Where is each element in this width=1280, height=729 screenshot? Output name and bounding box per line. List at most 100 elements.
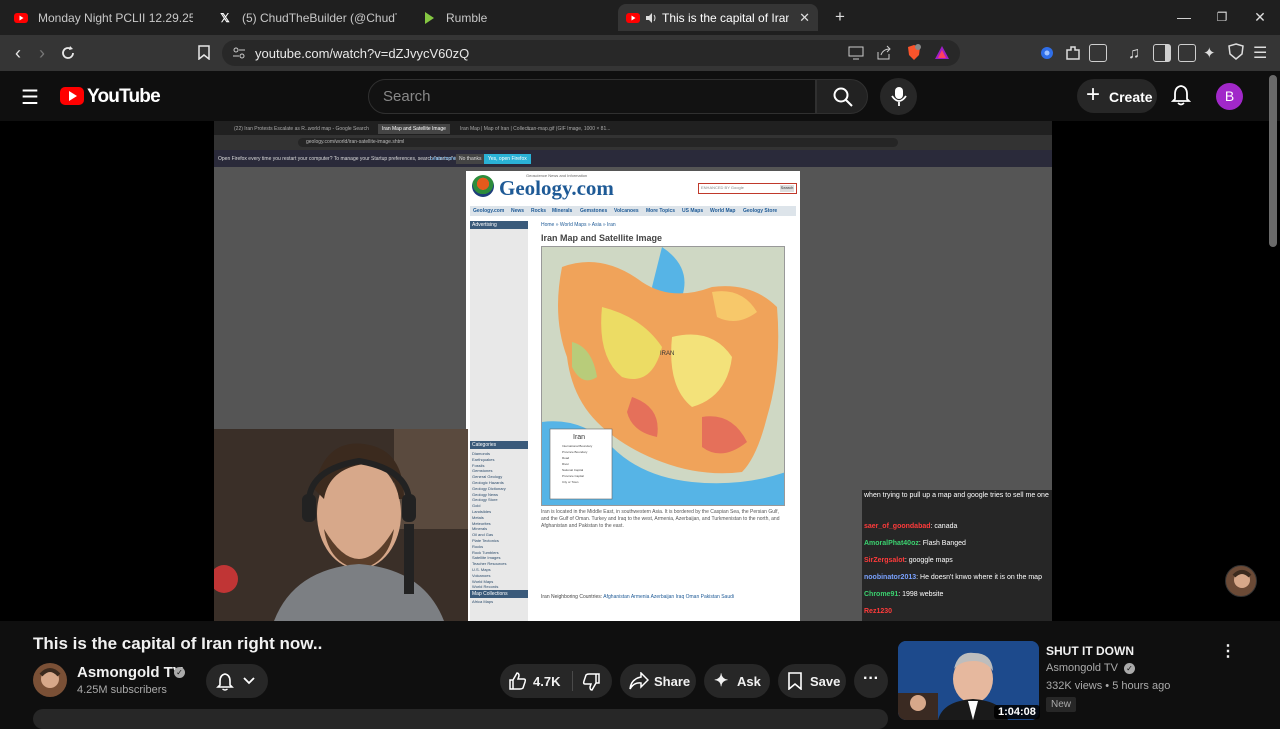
channel-watermark-avatar[interactable] [1225,565,1257,597]
more-actions-button[interactable]: ··· [854,664,888,698]
recommended-channel: Asmongold TV ✓ [1046,662,1136,674]
recommended-title[interactable]: SHUT IT DOWN [1046,644,1134,658]
maximize-button[interactable]: ❐ [1210,6,1234,28]
subscription-bell-button[interactable] [206,664,268,698]
inner-notification-bar: Open Firefox every time you restart your… [214,150,1052,167]
channel-avatar[interactable] [33,663,67,697]
media-icon[interactable]: ♫ [1128,45,1140,63]
category-item: Oil and Gas [472,532,494,538]
browser-tab-2[interactable]: 𝕏 (5) ChudTheBuilder (@ChudTheBuilder) [210,4,405,31]
sidebar-icon[interactable] [1153,44,1171,62]
reader-mode-icon[interactable] [1089,44,1107,62]
video-duration: 1:04:08 [994,705,1040,719]
recommended-menu-icon[interactable]: ⋮ [1220,644,1236,662]
browser-tab-3[interactable]: Rumble [414,4,609,31]
speaker-icon [644,11,658,25]
address-bar[interactable]: youtube.com/watch?v=dZJvycV60zQ [222,40,960,66]
close-window-button[interactable]: ✕ [1248,6,1272,28]
geology-search: ENHANCED BY Google Search [698,183,797,194]
notifications-bell-icon[interactable] [1170,84,1192,111]
category-item: Satellite Images [472,555,501,561]
new-tab-button[interactable]: + [828,6,852,28]
svg-text:Province Capital: Province Capital [562,474,584,478]
svg-text:International Boundary: International Boundary [562,444,593,448]
category-item: Geology Dictionary [472,485,506,491]
close-tab-icon[interactable]: ✕ [799,10,810,26]
search-icon [833,87,853,107]
dislike-button[interactable] [573,664,612,698]
youtube-logo-text[interactable]: YouTube [87,86,161,108]
banner-button: No thanks [456,154,485,164]
geology-menu-item: Rocks [531,208,547,214]
inner-tab: iran-map.gif (GIF Image, 1000 × 81... [528,126,611,132]
browser-tab-1[interactable]: Monday Night PCLII 12.29.25 - Perry [6,4,201,31]
category-item: World Maps [472,578,494,584]
brave-shields-icon[interactable] [906,44,922,67]
neighbor-link: Azerbaijan [650,594,675,600]
geology-logo-text: Geology.com [499,176,614,200]
collection-item: Africa Maps [472,599,494,604]
menu-icon[interactable]: ☰ [1253,43,1267,63]
tab-label: Monday Night PCLII 12.29.25 - Perry [38,10,193,25]
share-button[interactable]: Share [620,664,696,698]
banner-button: Yes, open Firefox [484,154,531,164]
create-label: Create [1109,89,1153,105]
youtube-icon [626,11,640,25]
save-button[interactable]: Save [778,664,846,698]
search-box[interactable] [368,79,816,114]
cast-icon[interactable] [848,46,864,65]
webcam-overlay [214,429,468,621]
x-icon: 𝕏 [220,10,230,25]
reload-button[interactable] [57,42,79,64]
extensions-icon[interactable] [1064,44,1082,67]
browser-tab-active[interactable]: This is the capital of Iran right now.. … [618,4,818,31]
video-player[interactable]: (22) Iran Protests Escalate as R... worl… [0,121,1280,621]
search-input[interactable] [369,80,815,113]
share-page-icon[interactable] [876,45,892,66]
category-item: Fossils [472,462,485,468]
svg-text:Province Boundary: Province Boundary [562,450,588,454]
svg-text:River: River [562,462,569,466]
verified-icon: ✓ [174,667,185,678]
hamburger-menu-icon[interactable]: ☰ [21,85,39,110]
chat-message: Chrome91: 1998 website [864,591,944,598]
category-item: Volcanoes [472,572,491,578]
site-settings-icon[interactable] [232,46,246,65]
minimize-button[interactable]: — [1172,6,1196,28]
category-item: General Geology [472,474,503,480]
category-item: Plate Tectonics [472,538,499,543]
description-box[interactable] [33,709,888,729]
neighbors-label: Iran Neighboring Countries: [541,594,603,600]
geology-menu-item: Gemstones [580,208,608,214]
vpn-icon[interactable] [1039,45,1055,66]
forward-button[interactable]: › [31,42,53,64]
geology-webpage: Geoscience News and Information Geology.… [466,171,800,621]
geology-logo-icon [472,175,494,197]
geology-menu-item: Volcanoes [614,208,639,214]
ask-button[interactable]: ✦ Ask [704,664,770,698]
voice-search-button[interactable] [880,78,917,115]
sparkle-icon: ✦ [714,671,729,690]
chat-message: AmoralPhat40oz: Flash Banged [864,540,966,547]
neighbor-link: Iraq [675,594,685,600]
create-button[interactable]: + Create [1077,79,1157,113]
youtube-logo-icon[interactable] [60,87,84,105]
like-dislike-group: 4.7K [500,664,612,698]
bookmark-icon[interactable] [193,42,215,64]
like-button[interactable]: 4.7K [500,664,572,698]
page-scrollbar[interactable] [1269,75,1277,247]
vpn-shield-icon[interactable] [1228,43,1244,66]
category-item: Diamonds [472,451,491,456]
wallet-icon[interactable] [1178,44,1196,62]
back-button[interactable]: ‹ [7,42,29,64]
geology-neighbors: Iran Neighboring Countries: Afghanistan … [541,594,791,601]
leo-ai-icon[interactable]: ✦ [1203,44,1216,62]
channel-name[interactable]: Asmongold TV [77,664,183,681]
category-item: Gold [472,503,481,509]
neighbor-link: Saudi [721,594,735,600]
brave-rewards-icon[interactable] [934,45,950,66]
account-avatar[interactable]: B [1216,83,1243,110]
search-button[interactable] [816,79,868,114]
category-item: Rock Tumblers [472,549,499,555]
inner-browser-tabs: (22) Iran Protests Escalate as R... worl… [214,121,1052,135]
